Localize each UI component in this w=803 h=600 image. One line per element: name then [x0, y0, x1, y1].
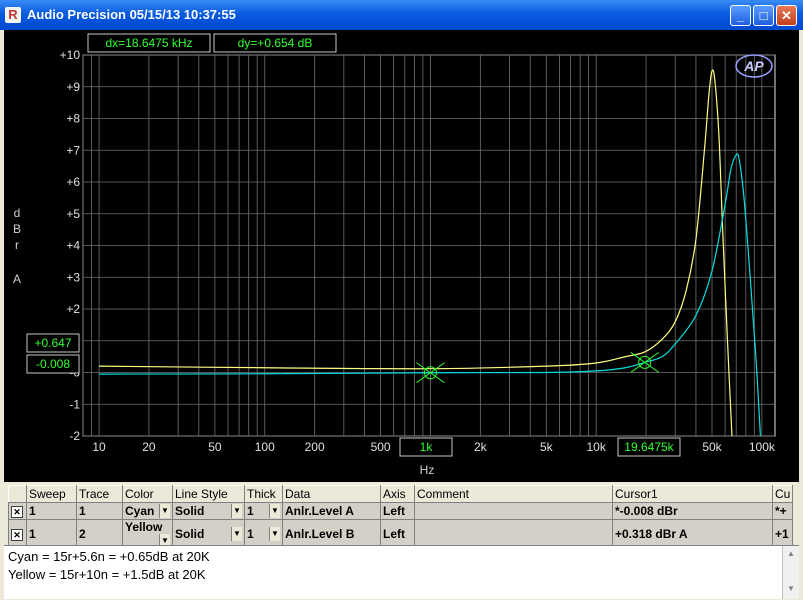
cell-data[interactable]: Anlr.Level A [282, 502, 381, 520]
trace-enable-checkbox[interactable]: ✕ [11, 529, 23, 541]
y-tick-label: +6 [66, 175, 80, 189]
cell-comment[interactable] [414, 502, 613, 520]
table-header-cursor1[interactable]: Cursor1 [612, 485, 773, 503]
table-header-row: Sweep Trace Color Line Style Thick Data … [8, 485, 794, 503]
x-tick-label: 2k [474, 440, 488, 454]
y-tick-label: -1 [69, 397, 80, 411]
y-tick-label: +8 [66, 112, 80, 126]
cell-thick[interactable]: 1 ▼ [244, 502, 283, 520]
note-line-1: Cyan = 15r+5.6n = +0.65dB at 20K [8, 549, 210, 564]
cell-color[interactable]: Cyan ▼ [122, 502, 173, 520]
trace-table-panel: Sweep Trace Color Line Style Thick Data … [4, 483, 799, 549]
graph-panel[interactable]: +10+9+8+7+6+5+4+3+2+1-0-1-21020501002005… [4, 30, 799, 482]
y-tick-label: +2 [66, 302, 80, 316]
x-tick-label: 20 [142, 440, 156, 454]
trace-enable-checkbox[interactable]: ✕ [11, 506, 23, 518]
chart-ticks: +10+9+8+7+6+5+4+3+2+1-0-1-21020501002005… [60, 48, 776, 454]
table-header-check [8, 485, 27, 503]
cell-sweep[interactable]: 1 [26, 502, 77, 520]
x-tick-label: 10 [92, 440, 106, 454]
y-tick-label: +9 [66, 80, 80, 94]
maximize-button[interactable]: □ [753, 5, 774, 26]
notes-textarea[interactable]: Cyan = 15r+5.6n = +0.65dB at 20K Yellow … [4, 545, 799, 599]
dx-readout: dx=18.6475 kHz [105, 36, 192, 50]
ap-app-icon[interactable]: R [5, 7, 21, 23]
y-tick-label: +3 [66, 270, 80, 284]
chevron-down-icon[interactable]: ▼ [269, 504, 280, 518]
x-tick-label: 50 [208, 440, 222, 454]
minimize-button[interactable]: _ [730, 5, 751, 26]
table-header-sweep[interactable]: Sweep [26, 485, 77, 503]
minimize-icon: _ [736, 8, 745, 23]
table-header-data[interactable]: Data [282, 485, 381, 503]
cursor-value-1: +0.647 [34, 336, 71, 350]
y-tick-label: -2 [69, 429, 80, 443]
table-header-cursor2[interactable]: Cu [771, 485, 794, 503]
cell-cursor2: *+ [771, 502, 794, 520]
cell-cursor1: *-0.008 dBr [612, 502, 773, 520]
cursor-x-value-2: 19.6475k [624, 440, 674, 454]
cell-axis[interactable]: Left [380, 502, 415, 520]
table-header-comment[interactable]: Comment [414, 485, 613, 503]
chevron-down-icon[interactable]: ▼ [159, 504, 170, 518]
x-tick-label: 500 [371, 440, 391, 454]
chevron-down-icon[interactable]: ▼ [269, 527, 280, 541]
dy-readout: dy=+0.654 dB [238, 36, 313, 50]
y-unit-letter-r: r [15, 238, 19, 252]
chevron-down-icon[interactable]: ▼ [231, 504, 242, 518]
y-axis-name: A [13, 272, 21, 286]
scroll-down-icon[interactable]: ▼ [785, 584, 797, 596]
table-header-line-style[interactable]: Line Style [172, 485, 245, 503]
series-line-1 [99, 69, 733, 436]
x-tick-label: 10k [586, 440, 606, 454]
x-tick-label: 5k [540, 440, 554, 454]
note-line-2: Yellow = 15r+10n = +1.5dB at 20K [8, 567, 206, 582]
notes-scrollbar[interactable]: ▲ ▼ [782, 546, 799, 599]
ap-logo-text: AP [743, 58, 764, 74]
chevron-down-icon[interactable]: ▼ [231, 527, 242, 541]
window-title: Audio Precision 05/15/13 10:37:55 [27, 7, 236, 22]
close-button[interactable]: ✕ [776, 5, 797, 26]
cell-line-style[interactable]: Solid ▼ [172, 502, 245, 520]
scroll-up-icon[interactable]: ▲ [785, 549, 797, 561]
y-unit-letter-d: d [14, 206, 21, 220]
maximize-icon: □ [759, 8, 768, 23]
trace-table: Sweep Trace Color Line Style Thick Data … [8, 485, 794, 549]
y-tick-label: +10 [60, 48, 81, 62]
table-header-color[interactable]: Color [122, 485, 173, 503]
y-tick-label: +4 [66, 239, 80, 253]
x-tick-label: 100k [749, 440, 776, 454]
series-line-2 [99, 153, 762, 436]
table-row[interactable]: ✕ 1 1 Cyan ▼ Solid ▼ 1 ▼ Anlr.Level A Left … [8, 502, 794, 520]
cursor-x-value-1: 1k [420, 440, 434, 454]
ap-logo-icon: AP [735, 54, 773, 78]
title-bar: R Audio Precision 05/15/13 10:37:55 _ □ … [0, 0, 803, 30]
y-tick-label: +5 [66, 207, 80, 221]
table-header-thick[interactable]: Thick [244, 485, 283, 503]
x-unit-label: Hz [420, 463, 435, 477]
table-header-axis[interactable]: Axis [380, 485, 415, 503]
y-tick-label: +7 [66, 143, 80, 157]
cell-trace[interactable]: 1 [76, 502, 123, 520]
frequency-response-chart[interactable]: +10+9+8+7+6+5+4+3+2+1-0-1-21020501002005… [4, 30, 799, 482]
cursor-value-2: -0.008 [36, 357, 70, 371]
x-tick-label: 200 [305, 440, 325, 454]
x-tick-label: 100 [255, 440, 275, 454]
y-unit-letter-b: B [13, 222, 21, 236]
close-icon: ✕ [781, 8, 792, 23]
chart-traces [99, 69, 762, 436]
x-tick-label: 50k [702, 440, 722, 454]
table-header-trace[interactable]: Trace [76, 485, 123, 503]
